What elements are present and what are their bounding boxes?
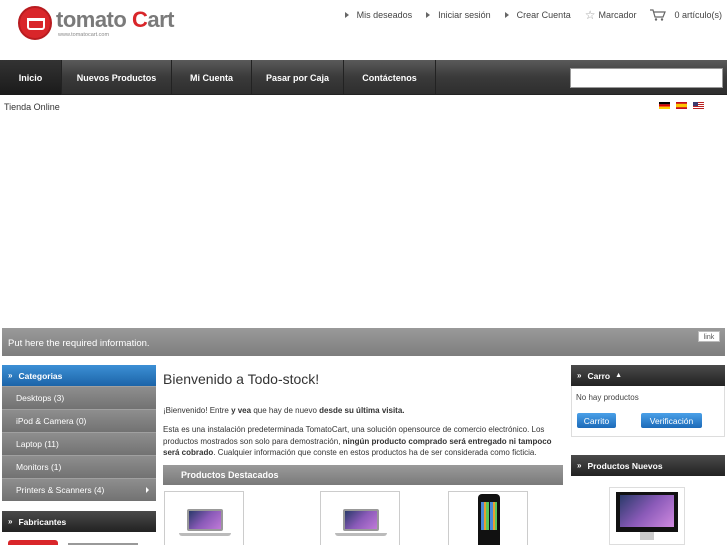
slideshow-area bbox=[0, 113, 727, 327]
arrow-right-icon bbox=[426, 12, 431, 18]
english-flag-icon[interactable] bbox=[693, 102, 704, 109]
checkout-button[interactable]: Verificación bbox=[641, 413, 702, 428]
logo-cart-icon bbox=[18, 6, 52, 40]
arrow-right-icon bbox=[504, 12, 509, 18]
arrow-right-icon bbox=[344, 12, 349, 18]
star-icon: ☆ bbox=[584, 8, 596, 22]
language-selector bbox=[653, 102, 704, 109]
search-input[interactable] bbox=[570, 68, 723, 88]
create-account-link[interactable]: Crear Cuenta bbox=[504, 10, 571, 20]
logo[interactable]: tomato Cart www.tomatocart.com bbox=[18, 4, 178, 42]
new-product-thumbnail[interactable] bbox=[609, 487, 685, 545]
top-links: Mis deseados Iniciar sesión Crear Cuenta… bbox=[331, 8, 722, 22]
page: tomato Cart www.tomatocart.com Mis desea… bbox=[0, 0, 727, 545]
double-chevron-icon: » bbox=[577, 461, 582, 470]
submenu-arrow-icon bbox=[146, 487, 149, 493]
shopping-cart-icon bbox=[650, 9, 667, 21]
header: tomato Cart www.tomatocart.com Mis desea… bbox=[0, 0, 727, 60]
login-link[interactable]: Iniciar sesión bbox=[426, 10, 491, 20]
manufacturers-box: » Fabricantes bbox=[2, 511, 156, 545]
category-item[interactable]: Printers & Scanners (4) bbox=[2, 478, 156, 501]
logo-url: www.tomatocart.com bbox=[58, 32, 110, 38]
collapse-arrow-icon[interactable]: ▲ bbox=[615, 372, 622, 379]
new-products-box: » Productos Nuevos bbox=[571, 455, 725, 476]
cart-buttons: Carrito Verificación bbox=[572, 408, 724, 436]
cart-button[interactable]: Carrito bbox=[577, 413, 616, 428]
page-title: Bienvenido a Todo-stock! bbox=[163, 371, 320, 387]
categories-header: » Categorias bbox=[2, 365, 156, 386]
german-flag-icon[interactable] bbox=[659, 102, 670, 109]
category-item[interactable]: Laptop (11) bbox=[2, 432, 156, 455]
product-thumbnail[interactable] bbox=[164, 491, 244, 545]
category-item[interactable]: iPod & Camera (0) bbox=[2, 409, 156, 432]
right-sidebar: » Carro ▲ No hay productos Carrito Verif… bbox=[571, 365, 725, 545]
main-content: Bienvenido a Todo-stock! ¡Bienvenido! En… bbox=[163, 365, 563, 545]
cart-link[interactable]: 0 artículo(s) bbox=[650, 9, 722, 21]
manufacturers-header: » Fabricantes bbox=[2, 511, 156, 532]
logo-text: tomato Cart bbox=[56, 7, 174, 32]
welcome-description: Esta es una instalación predeterminada T… bbox=[163, 425, 552, 457]
featured-products-header: Productos Destacados bbox=[163, 465, 563, 485]
info-link-button[interactable]: link bbox=[698, 331, 720, 342]
breadcrumb[interactable]: Tienda Online bbox=[4, 102, 60, 112]
info-bar: Put here the required information. link bbox=[2, 328, 725, 356]
category-item[interactable]: Desktops (3) bbox=[2, 386, 156, 409]
nav-item-checkout[interactable]: Pasar por Caja bbox=[252, 60, 344, 95]
main-nav: Inicio Nuevos Productos Mi Cuenta Pasar … bbox=[0, 60, 727, 95]
cart-box-header: » Carro ▲ bbox=[571, 365, 725, 386]
welcome-greeting: ¡Bienvenido! Entre y vea que hay de nuev… bbox=[163, 406, 405, 415]
categories-box: » Categorias Desktops (3) iPod & Camera … bbox=[2, 365, 156, 501]
new-products-header: » Productos Nuevos bbox=[571, 455, 725, 476]
nav-item-new-products[interactable]: Nuevos Productos bbox=[62, 60, 172, 95]
wishlist-link[interactable]: Mis deseados bbox=[344, 10, 412, 20]
double-chevron-icon: » bbox=[8, 371, 13, 380]
cart-empty-text: No hay productos bbox=[576, 393, 639, 402]
manufacturer-logo[interactable] bbox=[8, 538, 138, 545]
nav-item-contact[interactable]: Contáctenos bbox=[344, 60, 436, 95]
product-thumbnail[interactable] bbox=[320, 491, 400, 545]
category-item[interactable]: Monitors (1) bbox=[2, 455, 156, 478]
double-chevron-icon: » bbox=[8, 517, 13, 526]
info-text: Put here the required information. bbox=[8, 338, 150, 349]
product-thumbnail[interactable] bbox=[448, 491, 528, 545]
double-chevron-icon: » bbox=[577, 371, 582, 380]
bookmark-link[interactable]: ☆ Marcador bbox=[585, 8, 637, 22]
cart-box-body: No hay productos Carrito Verificación bbox=[571, 386, 725, 437]
spanish-flag-icon[interactable] bbox=[676, 102, 687, 109]
nav-item-home[interactable]: Inicio bbox=[0, 60, 62, 95]
nav-item-my-account[interactable]: Mi Cuenta bbox=[172, 60, 252, 95]
